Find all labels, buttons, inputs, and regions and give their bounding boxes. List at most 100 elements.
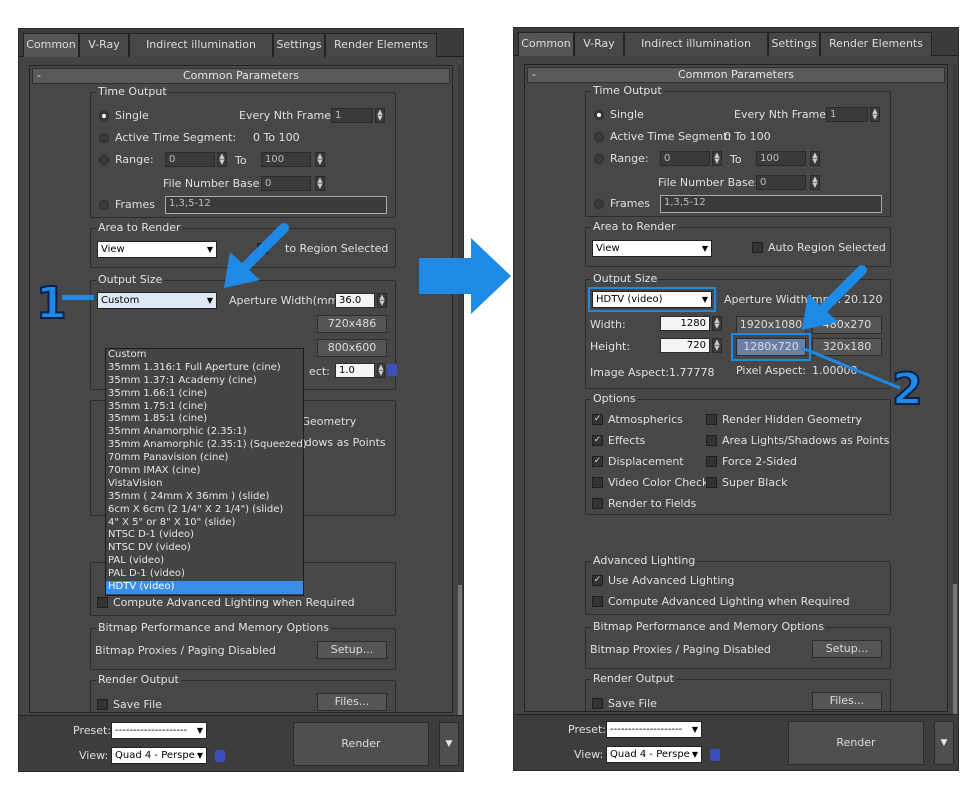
files-button[interactable]: Files... (812, 692, 882, 710)
height-spinner[interactable]: ▲ ▼ (712, 338, 722, 353)
range-from-spinner[interactable]: ▲ ▼ (712, 151, 722, 166)
list-item[interactable]: 70mm IMAX (cine) (106, 465, 303, 478)
scrollbar[interactable] (953, 64, 957, 744)
lock-icon[interactable] (710, 749, 720, 761)
lock-icon[interactable] (387, 364, 397, 376)
pixel-aspect-spinner[interactable]: ▲ ▼ (377, 363, 385, 378)
tab-indirect-illumination[interactable]: Indirect illumination (129, 33, 273, 57)
tab-common[interactable]: Common (518, 32, 574, 56)
save-file-checkbox[interactable] (592, 698, 603, 709)
pixel-aspect-field[interactable]: 1.0 (335, 363, 375, 378)
aperture-field[interactable]: 36.0 (335, 293, 375, 308)
output-size-dropdown[interactable]: Custom ▼ (97, 292, 217, 309)
atmospherics-checkbox[interactable]: ✓ (592, 414, 603, 425)
single-radio[interactable] (594, 110, 604, 120)
list-item[interactable]: Custom (106, 349, 303, 362)
render-button[interactable]: Render (293, 722, 429, 766)
frames-field[interactable]: 1,3,5-12 (660, 195, 882, 213)
video-color-check-checkbox[interactable] (592, 477, 603, 488)
preset-dropdown[interactable]: -------------------- ▼ (606, 721, 702, 738)
setup-button[interactable]: Setup... (812, 640, 882, 658)
range-to-spinner[interactable]: ▲ ▼ (315, 152, 325, 167)
list-item[interactable]: 35mm 1.66:1 (cine) (106, 388, 303, 401)
setup-button[interactable]: Setup... (317, 641, 387, 659)
list-item[interactable]: 35mm ( 24mm X 36mm ) (slide) (106, 491, 303, 504)
list-item[interactable]: 35mm Anamorphic (2.35:1) (Squeezed) (106, 439, 307, 452)
list-item[interactable]: 35mm 1.37:1 Academy (cine) (106, 375, 303, 388)
every-nth-field[interactable]: 1 (826, 107, 868, 122)
render-to-fields-checkbox[interactable] (592, 498, 603, 509)
super-black-checkbox[interactable] (706, 477, 717, 488)
list-item[interactable]: 35mm 1.75:1 (cine) (106, 401, 303, 414)
files-button[interactable]: Files... (317, 693, 387, 711)
list-item[interactable]: NTSC DV (video) (106, 542, 303, 555)
file-number-base-spinner[interactable]: ▲ ▼ (810, 175, 820, 190)
displacement-checkbox[interactable]: ✓ (592, 456, 603, 467)
frames-radio[interactable] (594, 199, 604, 209)
auto-region-checkbox[interactable] (752, 242, 763, 253)
tab-vray[interactable]: V-Ray (79, 33, 129, 57)
compute-advanced-lighting-checkbox[interactable] (97, 597, 108, 608)
frames-radio[interactable] (99, 200, 109, 210)
range-from-field[interactable]: 0 (165, 152, 215, 167)
collapse-icon[interactable]: - (37, 69, 41, 83)
every-nth-field[interactable]: 1 (331, 108, 373, 123)
tab-settings[interactable]: Settings (273, 33, 325, 57)
tab-settings[interactable]: Settings (768, 32, 820, 56)
tab-render-elements[interactable]: Render Elements (325, 33, 437, 57)
effects-checkbox[interactable]: ✓ (592, 435, 603, 446)
frames-field[interactable]: 1,3,5-12 (165, 196, 387, 214)
preset-dropdown[interactable]: -------------------- ▼ (111, 722, 207, 739)
render-menu-chevron-icon[interactable]: ▼ (934, 721, 954, 765)
rollout-header[interactable]: - Common Parameters (32, 68, 450, 84)
file-number-base-field[interactable]: 0 (756, 175, 806, 190)
range-from-spinner[interactable]: ▲ ▼ (217, 152, 227, 167)
render-menu-chevron-icon[interactable]: ▼ (439, 722, 459, 766)
render-button[interactable]: Render (788, 721, 924, 765)
range-from-field[interactable]: 0 (660, 151, 710, 166)
save-file-checkbox[interactable] (97, 699, 108, 710)
list-item[interactable]: 6cm X 6cm (2 1/4" X 2 1/4") (slide) (106, 504, 303, 517)
list-item[interactable]: 35mm Anamorphic (2.35:1) (106, 426, 303, 439)
range-to-field[interactable]: 100 (756, 151, 806, 166)
single-radio[interactable] (99, 111, 109, 121)
file-number-base-field[interactable]: 0 (261, 176, 311, 191)
area-lights-checkbox[interactable] (706, 435, 717, 446)
tab-vray[interactable]: V-Ray (574, 32, 624, 56)
active-segment-radio[interactable] (594, 132, 604, 142)
force-2sided-checkbox[interactable] (706, 456, 717, 467)
area-to-render-dropdown[interactable]: View ▼ (97, 241, 217, 258)
file-number-base-spinner[interactable]: ▲ ▼ (315, 176, 325, 191)
tab-indirect-illumination[interactable]: Indirect illumination (624, 32, 768, 56)
view-dropdown[interactable]: Quad 4 - Perspe ▼ (606, 746, 702, 763)
aperture-spinner[interactable]: ▲ ▼ (377, 293, 387, 308)
range-radio[interactable] (594, 154, 604, 164)
every-nth-spinner[interactable]: ▲ ▼ (375, 108, 385, 123)
list-item[interactable]: 35mm 1.316:1 Full Aperture (cine) (106, 362, 303, 375)
preset-800x600-button[interactable]: 800x600 (317, 339, 387, 357)
view-dropdown[interactable]: Quad 4 - Perspe ▼ (111, 747, 207, 764)
tab-render-elements[interactable]: Render Elements (820, 32, 932, 56)
list-item[interactable]: VistaVision (106, 478, 303, 491)
use-advanced-lighting-checkbox[interactable]: ✓ (592, 575, 603, 586)
active-segment-radio[interactable] (99, 133, 109, 143)
preset-1920x1080-button[interactable]: 1920x1080 (736, 316, 806, 334)
preset-720x486-button[interactable]: 720x486 (317, 315, 387, 333)
list-item[interactable]: PAL (video) (106, 555, 303, 568)
list-item[interactable]: PAL D-1 (video) (106, 568, 303, 581)
render-hidden-geometry-checkbox[interactable] (706, 414, 717, 425)
compute-advanced-lighting-checkbox[interactable] (592, 596, 603, 607)
list-item[interactable]: 70mm Panavision (cine) (106, 452, 303, 465)
height-field[interactable]: 720 (660, 338, 710, 353)
range-radio[interactable] (99, 155, 109, 165)
scrollbar[interactable] (458, 65, 462, 745)
width-field[interactable]: 1280 (660, 316, 710, 331)
rollout-header[interactable]: - Common Parameters (527, 67, 945, 83)
every-nth-spinner[interactable]: ▲ ▼ (870, 107, 880, 122)
range-to-field[interactable]: 100 (261, 152, 311, 167)
range-to-spinner[interactable]: ▲ ▼ (810, 151, 820, 166)
list-item[interactable]: NTSC D-1 (video) (106, 529, 303, 542)
lock-icon[interactable] (215, 750, 225, 762)
list-item[interactable]: 4" X 5" or 8" X 10" (slide) (106, 517, 303, 530)
collapse-icon[interactable]: - (532, 68, 536, 82)
